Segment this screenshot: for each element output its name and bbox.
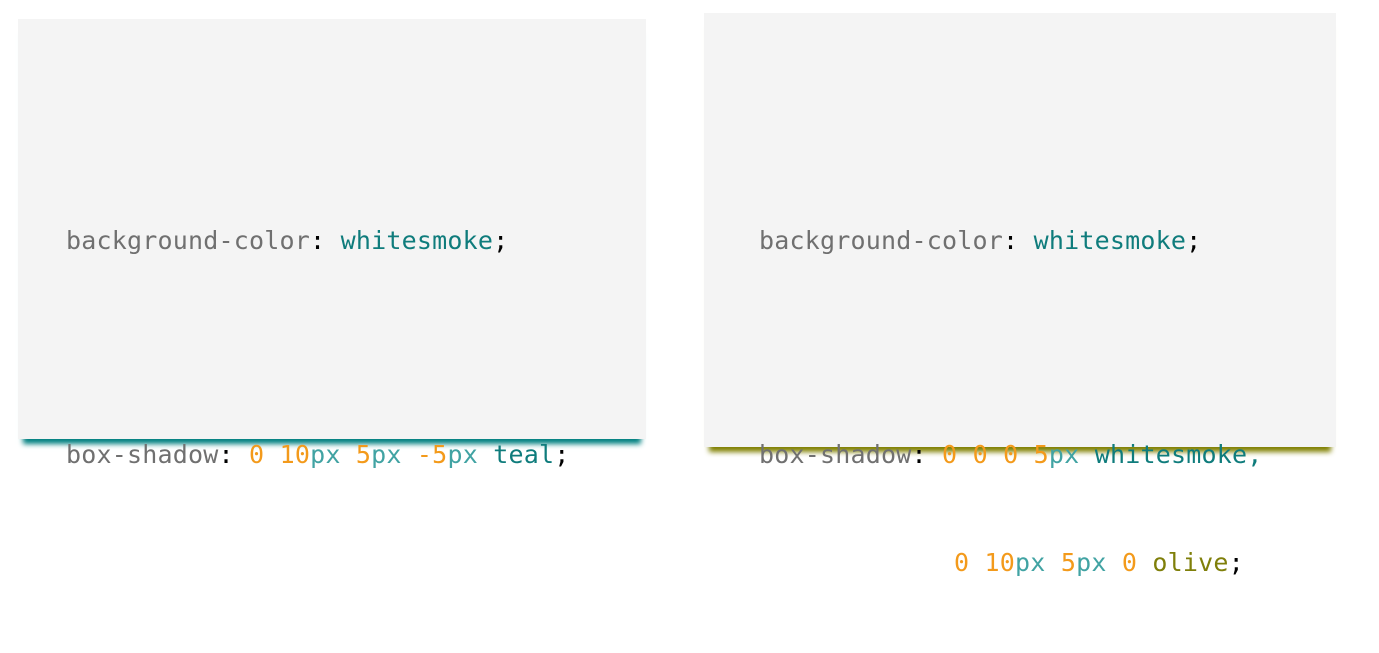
teal-card-shadow-line: box-shadow: 0 10px 5px -5px teal; [66, 437, 570, 473]
spread-number: 5 [1033, 440, 1049, 469]
shadow-property: box-shadow [759, 440, 912, 469]
offset-x: 0 [942, 440, 958, 469]
colon: : [1003, 226, 1019, 255]
spread-unit: px [1048, 440, 1080, 469]
blur-number: 5 [355, 440, 372, 469]
blur-number: 5 [1060, 548, 1077, 577]
offset-x: 0 [249, 440, 265, 469]
blur-unit: px [371, 440, 402, 469]
semicolon: ; [554, 440, 570, 469]
semicolon: ; [493, 226, 509, 255]
offset-y-unit: px [1015, 548, 1046, 577]
shadow-color: whitesmoke [1094, 440, 1248, 469]
teal-shadow-card: background-color: whitesmoke; box-shadow… [18, 19, 646, 469]
offset-y: 0 [972, 440, 988, 469]
colon: : [218, 440, 234, 469]
offset-x: 0 [954, 548, 970, 577]
offset-y-number: 10 [279, 440, 311, 469]
comma: , [1247, 440, 1263, 469]
spread-number: -5 [416, 440, 448, 469]
semicolon: ; [1228, 548, 1244, 577]
colon: : [911, 440, 927, 469]
olive-card-bg-line: background-color: whitesmoke; [759, 223, 1262, 259]
olive-card-code: background-color: whitesmoke; box-shadow… [759, 151, 1262, 653]
bg-property: background-color [759, 226, 1004, 255]
bg-property: background-color [66, 226, 311, 255]
shadow-color: olive [1152, 548, 1229, 577]
colon: : [310, 226, 326, 255]
teal-card-bg-line: background-color: whitesmoke; [66, 223, 570, 259]
spread-unit: px [447, 440, 478, 469]
shadow-property: box-shadow [66, 440, 219, 469]
olive-card-shadow-line-2: 0 10px 5px 0 olive; [759, 545, 1262, 581]
blur-unit: px [1076, 548, 1107, 577]
bg-value: whitesmoke [340, 226, 494, 255]
offset-y-number: 10 [984, 548, 1016, 577]
bg-value: whitesmoke [1033, 226, 1187, 255]
spread: 0 [1121, 548, 1138, 577]
shadow-color: teal [493, 440, 555, 469]
blur: 0 [1003, 440, 1019, 469]
semicolon: ; [1186, 226, 1202, 255]
teal-card-code: background-color: whitesmoke; box-shadow… [66, 151, 570, 545]
olive-shadow-card: background-color: whitesmoke; box-shadow… [709, 18, 1331, 577]
offset-y-unit: px [310, 440, 341, 469]
olive-card-shadow-line-1: box-shadow: 0 0 0 5px whitesmoke, [759, 437, 1262, 473]
